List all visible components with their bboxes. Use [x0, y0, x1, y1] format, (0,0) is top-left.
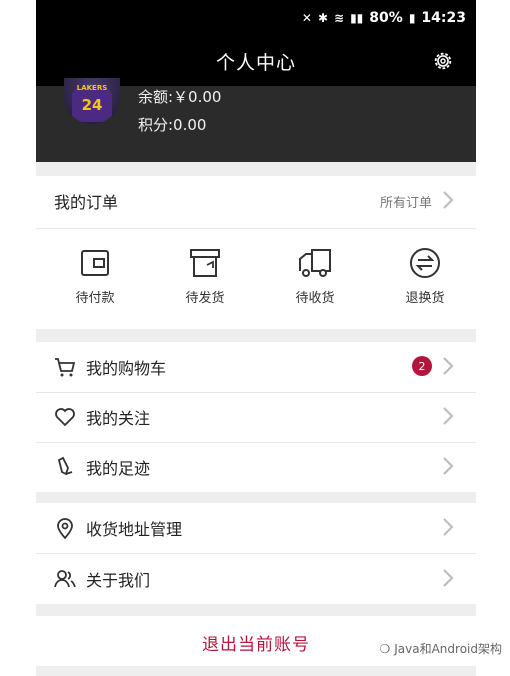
order-pending-ship-label: 待发货: [185, 291, 225, 306]
chevron-right-icon: [443, 357, 454, 375]
users-icon: [54, 570, 76, 588]
location-icon: [57, 518, 73, 539]
menu-item-footprints[interactable]: 我的足迹: [36, 442, 476, 492]
menu-item-cart[interactable]: 我的购物车 2: [36, 342, 476, 392]
menu-item-about[interactable]: 关于我们: [36, 554, 476, 604]
menu-item-about-label: 关于我们: [86, 571, 151, 590]
order-pending-ship[interactable]: 待发货: [150, 229, 260, 329]
menu-item-favorites[interactable]: 我的关注: [36, 392, 476, 442]
orders-card: 我的订单 所有订单 待付款 待发货 待收货 退换货: [36, 176, 476, 329]
order-return[interactable]: 退换货: [370, 229, 476, 329]
menu-item-address-label: 收货地址管理: [86, 520, 183, 539]
clock: 14:23: [421, 10, 466, 26]
menu-item-footprints-label: 我的足迹: [86, 459, 151, 478]
cart-count-badge: 2: [412, 356, 432, 376]
footprint-icon: [57, 456, 73, 476]
balance-text: 余额:￥0.00: [138, 88, 222, 106]
heart-icon: [55, 408, 75, 427]
menu-card-1: 我的购物车 2 我的关注 我的足迹: [36, 342, 476, 492]
avatar-team: LAKERS: [76, 84, 108, 92]
box-icon: [190, 249, 220, 277]
battery-icon: ▮: [408, 11, 416, 25]
menu-item-favorites-label: 我的关注: [86, 409, 151, 428]
logout-label: 退出当前账号: [202, 635, 310, 655]
chevron-right-icon: [443, 457, 454, 475]
watermark-text: Java和Android架构: [394, 642, 502, 656]
cart-icon: [55, 358, 76, 377]
menu-card-2: 收货地址管理 关于我们: [36, 503, 476, 604]
chevron-right-icon: [443, 518, 454, 536]
avatar-number: 24: [81, 96, 103, 114]
avatar[interactable]: LAKERS 24: [64, 78, 120, 124]
page-title: 个人中心: [215, 52, 296, 74]
points-text: 积分:0.00: [138, 116, 207, 134]
wallet-icon: [81, 250, 109, 276]
signal-icon: ▮▮: [350, 11, 364, 25]
orders-header[interactable]: 我的订单 所有订单: [36, 176, 476, 226]
order-pending-payment-label: 待付款: [75, 291, 115, 306]
exchange-icon: [410, 248, 440, 278]
menu-item-cart-label: 我的购物车: [86, 359, 167, 378]
chevron-right-icon: [443, 191, 454, 209]
chevron-right-icon: [443, 407, 454, 425]
order-pending-receive[interactable]: 待收货: [260, 229, 370, 329]
profile-panel: LAKERS 24 余额:￥0.00 积分:0.00: [36, 78, 476, 162]
order-return-label: 退换货: [405, 291, 445, 306]
mute-icon: ✕: [301, 11, 312, 25]
truck-icon: [299, 249, 331, 277]
status-bar: ✕ ✱ ≋ ▮▮ 80% ▮ 14:23: [36, 0, 476, 36]
wifi-icon: ≋: [334, 11, 345, 25]
battery-level: 80%: [369, 10, 403, 26]
all-orders-link[interactable]: 所有订单: [380, 192, 432, 211]
order-pending-payment[interactable]: 待付款: [40, 229, 150, 329]
watermark: ❍ Java和Android架构: [379, 640, 502, 657]
chevron-right-icon: [443, 569, 454, 587]
gear-icon[interactable]: [432, 50, 454, 72]
orders-title: 我的订单: [54, 193, 119, 212]
wechat-icon: ❍: [379, 641, 391, 656]
order-pending-receive-label: 待收货: [295, 291, 335, 306]
menu-item-address[interactable]: 收货地址管理: [36, 503, 476, 553]
settings-status-icon: ✱: [317, 11, 329, 25]
phone-screen: ✕ ✱ ≋ ▮▮ 80% ▮ 14:23 个人中心 LAKERS 24 余额:￥…: [36, 0, 476, 676]
order-status-row: 待付款 待发货 待收货 退换货: [36, 229, 476, 329]
